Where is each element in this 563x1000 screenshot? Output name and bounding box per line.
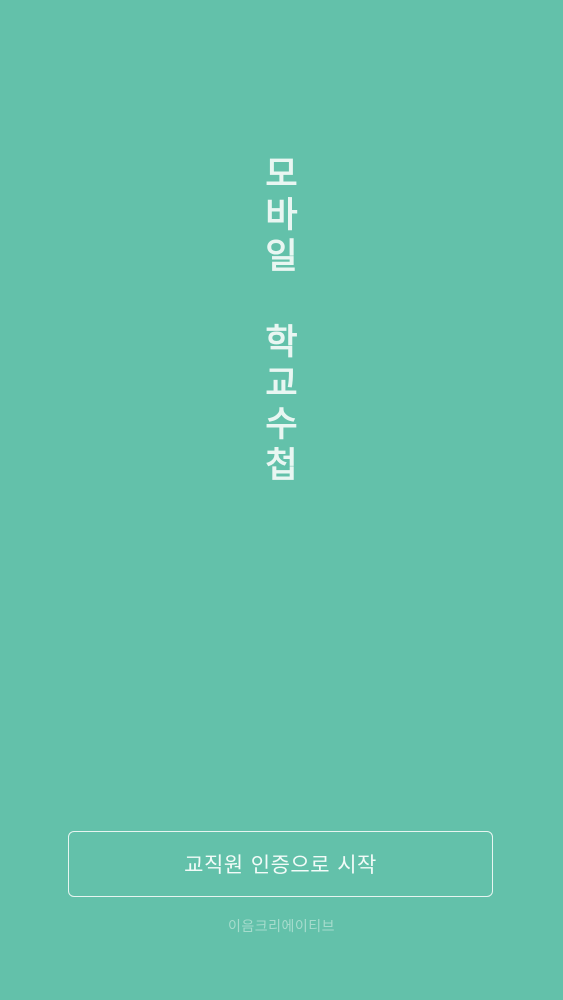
title-char: 교 <box>265 364 298 404</box>
title-char: 수 <box>265 405 298 445</box>
title-char: 첩 <box>265 446 298 486</box>
start-button-label: 교직원 인증으로 시작 <box>184 853 377 877</box>
company-name: 이음크리에이티브 <box>227 919 336 935</box>
title-char: 일 <box>265 237 298 277</box>
staff-auth-start-button[interactable]: 교직원 인증으로 시작 <box>68 831 493 897</box>
app-title: 모 바 일 학 교 수 첩 <box>0 155 563 487</box>
title-char: 바 <box>265 196 298 236</box>
splash-screen: 모 바 일 학 교 수 첩 교직원 인증으로 시작 이음크리에이티브 <box>0 0 563 1000</box>
title-char: 학 <box>265 323 298 363</box>
title-char: 모 <box>265 155 298 195</box>
